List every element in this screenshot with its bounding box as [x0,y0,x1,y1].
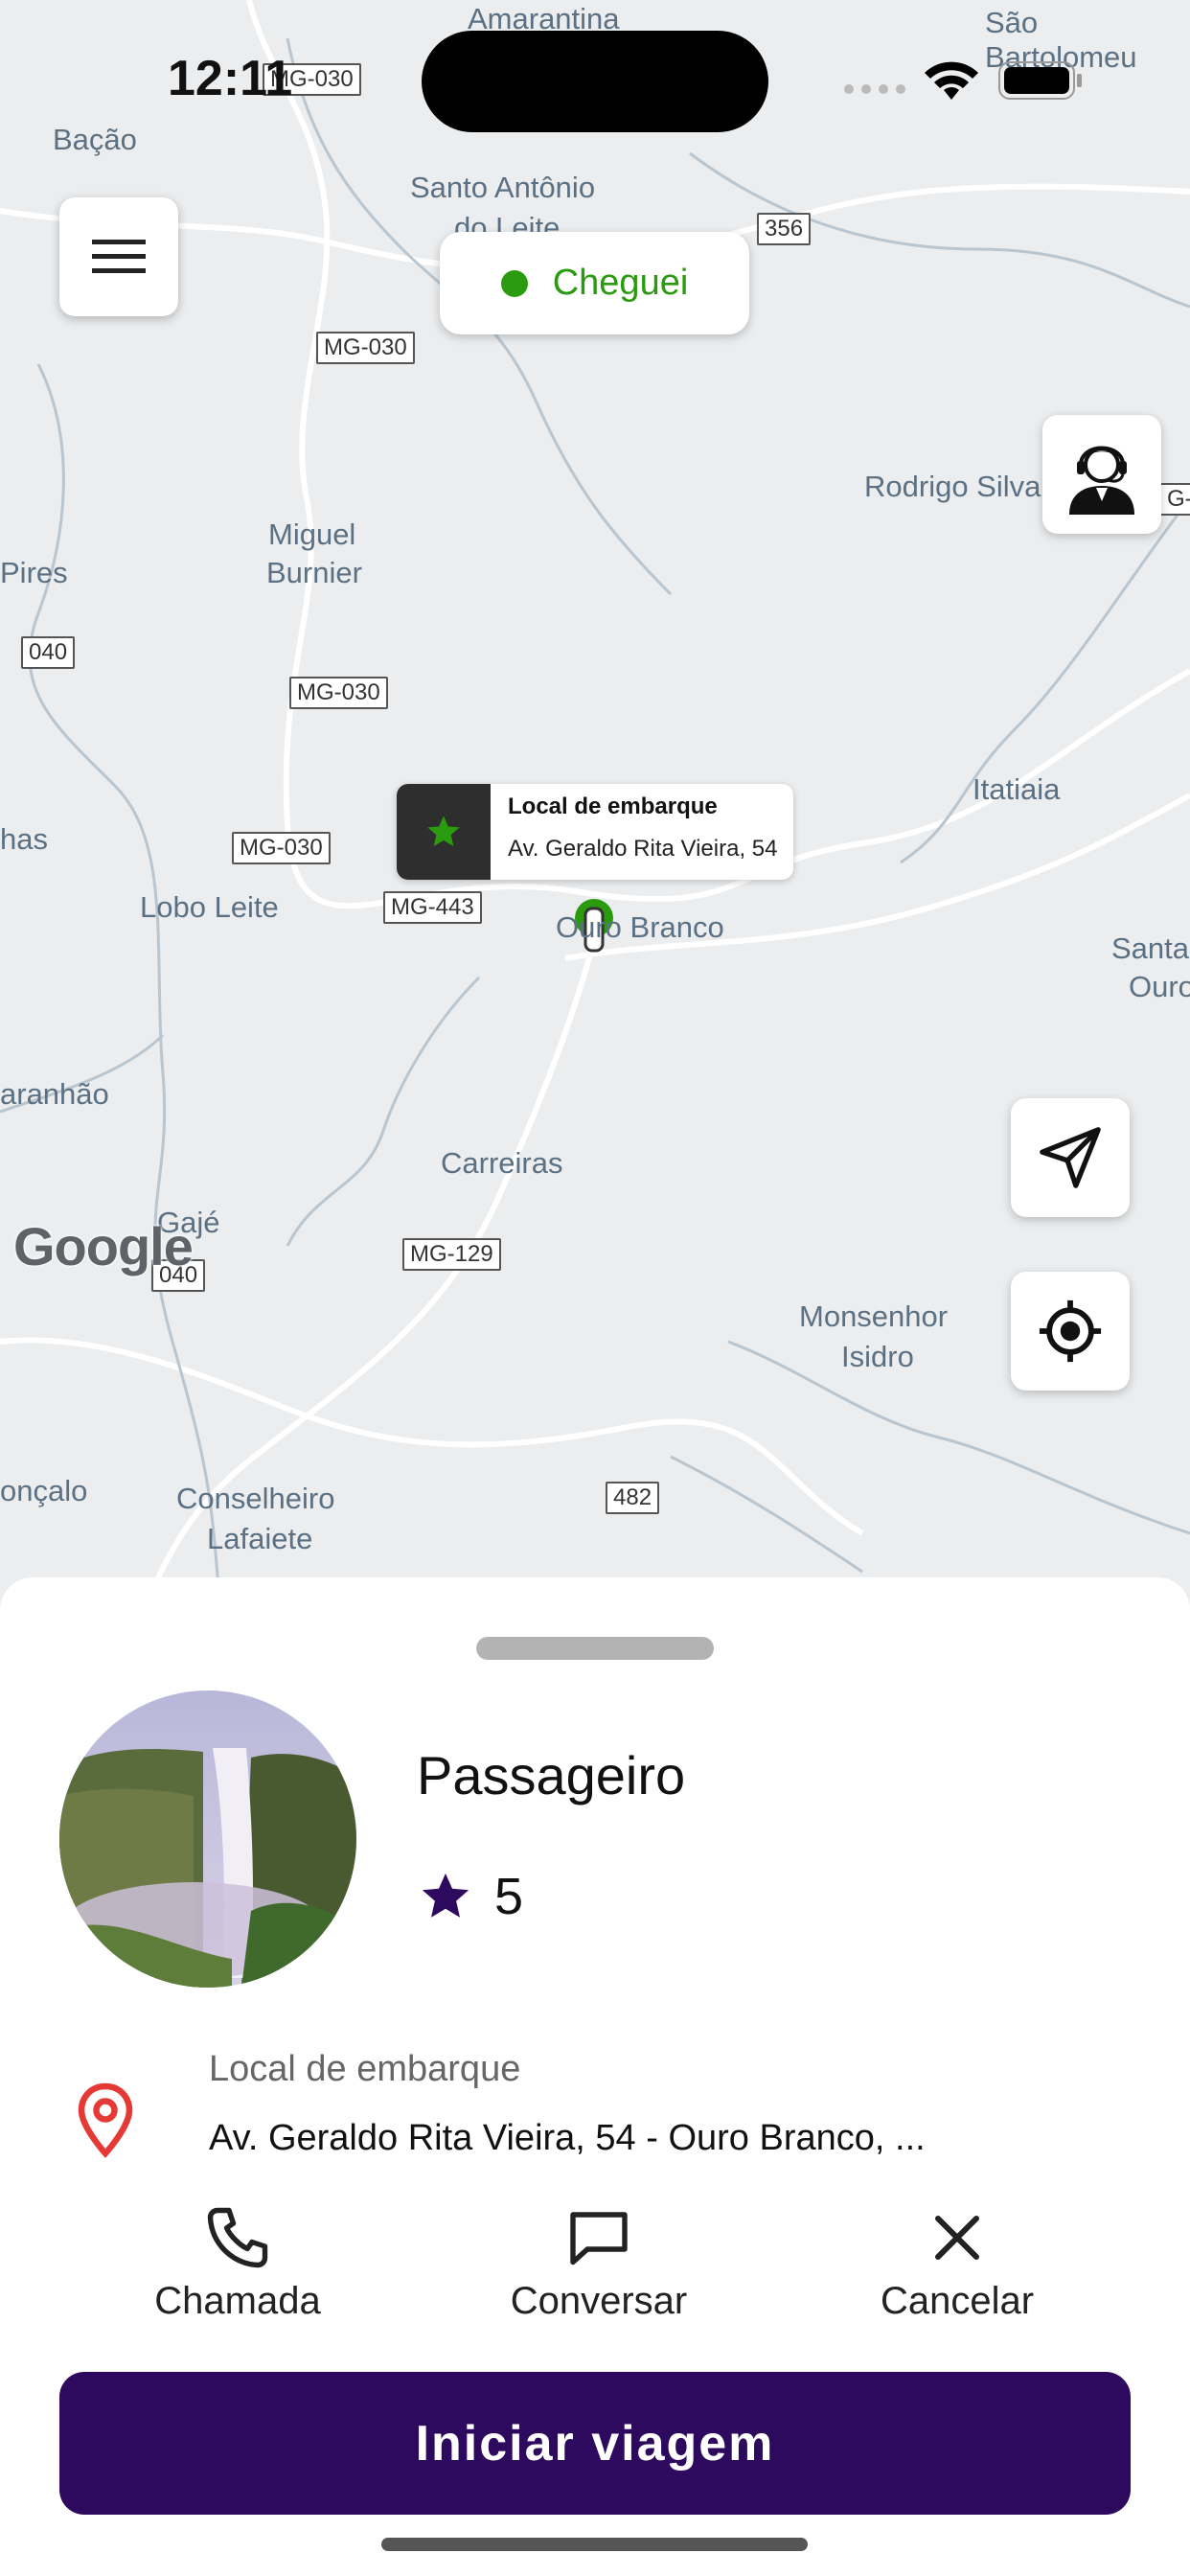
cancel-label: Cancelar [880,2280,1035,2322]
status-dot [500,269,528,297]
map-label: Miguel [268,518,356,551]
support-button[interactable] [1042,415,1161,534]
map-label: Conselheiro [176,1482,335,1515]
pickup-tooltip-title: Local de embarque [508,794,718,819]
star-icon [422,1873,469,1918]
dynamic-island [422,31,768,132]
home-indicator [381,2538,808,2551]
battery-icon [998,61,1082,100]
my-location-icon [1039,1300,1102,1363]
road-shield: MG-443 [383,891,482,924]
road-shield: MG-129 [402,1238,501,1271]
call-label: Chamada [154,2280,321,2322]
call-button[interactable]: Chamada [94,2199,381,2323]
road-shield: MG-030 [289,677,388,709]
pickup-tooltip-address: Av. Geraldo Rita Vieira, 54 [508,836,778,862]
map-label: Lobo Leite [140,890,279,924]
road-shield: 356 [757,213,812,245]
status-label: Cheguei [552,263,689,303]
map-label: Rodrigo Silva [864,470,1041,503]
my-location-button[interactable] [1011,1272,1130,1391]
pickup-star-box [397,784,491,880]
menu-icon [92,240,146,273]
star-icon [427,816,460,846]
status-bar: 12:11 [0,0,1190,163]
status-time: 12:11 [168,51,293,106]
pickup-label: Local de embarque [209,2049,521,2089]
google-logo: Google [13,1216,194,1276]
map-label: Itatiaia [973,772,1061,806]
road-shield: 040 [21,636,76,669]
cellular-signal-icon [844,84,905,94]
map-label: Santa [1111,932,1190,965]
location-pin-icon [78,2082,133,2158]
chat-button[interactable]: Conversar [455,2199,743,2323]
trip-status-pill[interactable]: Cheguei [440,232,749,334]
sheet-drag-handle[interactable] [476,1637,714,1660]
road-shield: 482 [606,1482,660,1514]
start-trip-label: Iniciar viagem [415,2415,775,2472]
rating-value: 5 [494,1868,524,1925]
map-label: Santo Antônio [410,171,596,204]
navigation-arrow-icon [1040,1127,1101,1188]
map-label: Monsenhor [799,1300,949,1333]
map-label: Ouro [1129,970,1190,1003]
menu-button[interactable] [59,197,178,316]
pickup-tooltip[interactable]: Local de embarque Av. Geraldo Rita Vieir… [397,784,793,880]
map-label: onçalo [0,1474,88,1507]
passenger-rating: 5 [418,1867,523,1926]
passenger-name: Passageiro [417,1745,686,1806]
map-label: has [0,822,48,856]
navigate-button[interactable] [1011,1098,1130,1217]
map-label: Carreiras [441,1146,563,1180]
close-icon [935,2216,979,2260]
phone-icon [207,2207,268,2268]
map-label: Isidro [841,1340,914,1373]
wifi-icon [925,61,978,100]
cancel-button[interactable]: Cancelar [813,2199,1101,2323]
start-trip-button[interactable]: Iniciar viagem [59,2372,1131,2515]
chat-icon [570,2212,628,2266]
passenger-avatar [59,1690,356,1988]
map-label: Pires [0,556,68,589]
road-shield: MG-030 [316,332,415,364]
road-shield: G- [1159,483,1190,516]
map-label: Ouro Branco [556,910,724,944]
map-label: Burnier [266,556,362,589]
support-agent-icon [1069,446,1134,515]
chat-label: Conversar [510,2280,688,2322]
map-label: Lafaiete [207,1522,313,1555]
road-shield: MG-030 [232,832,331,864]
map-label: aranhão [0,1077,109,1111]
pickup-address: Av. Geraldo Rita Vieira, 54 - Ouro Branc… [209,2118,926,2158]
